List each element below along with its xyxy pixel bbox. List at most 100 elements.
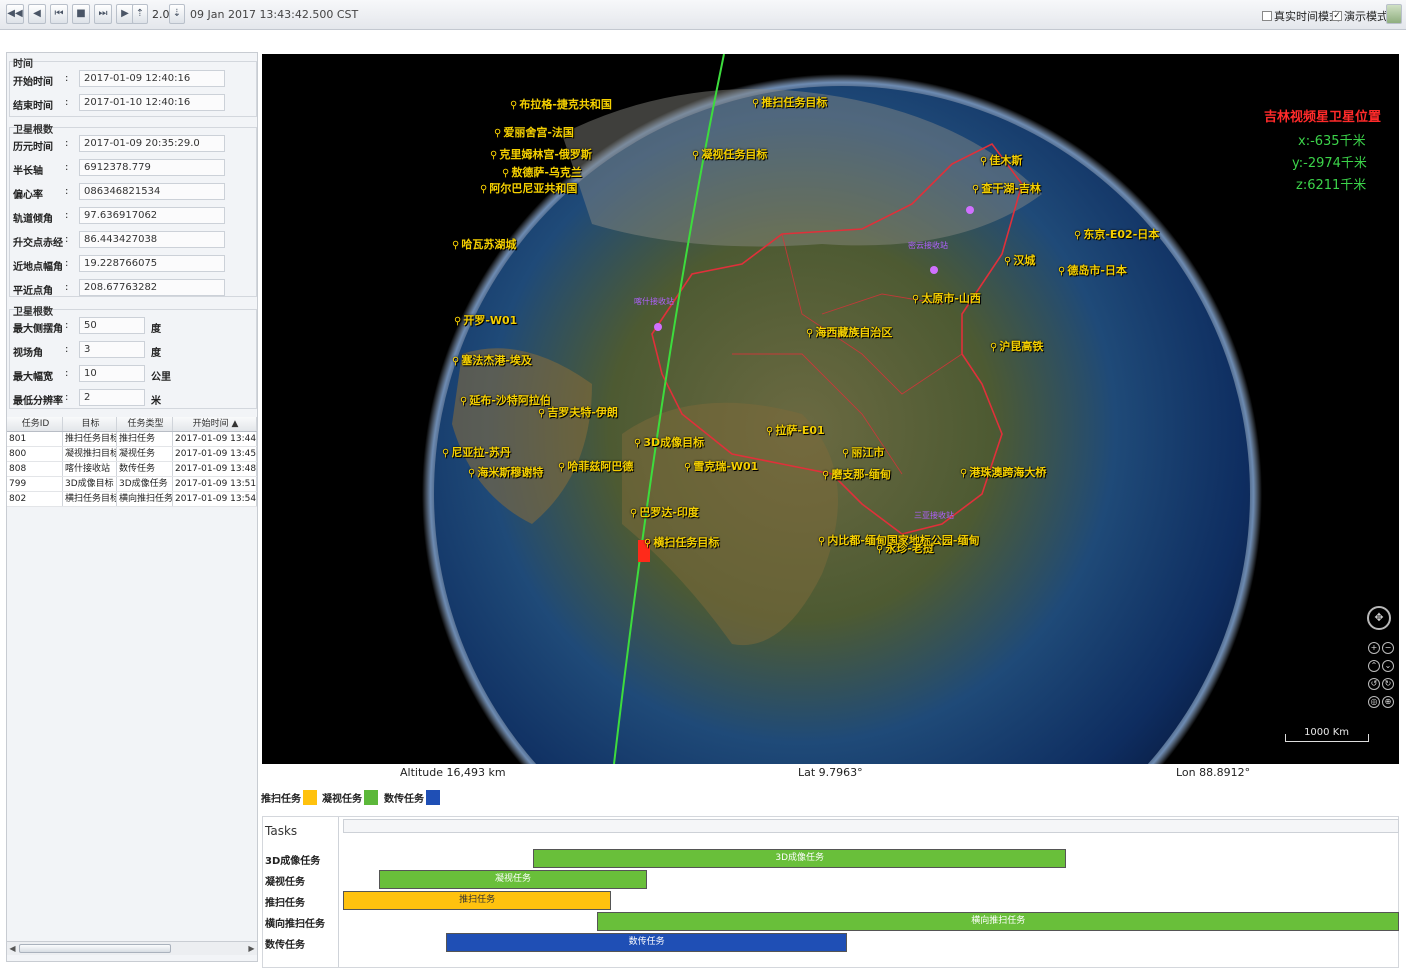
col-task-id[interactable]: 任务ID — [7, 417, 63, 431]
place-label[interactable]: 开罗-W01 — [454, 312, 517, 328]
satellite-y: y:-2974千米 — [1292, 156, 1367, 171]
start-time-field[interactable]: 2017-01-09 12:40:16 — [79, 70, 225, 87]
place-label[interactable]: 查干湖-吉林 — [972, 180, 1041, 196]
tilt-up-icon[interactable]: ⌃ — [1368, 660, 1380, 672]
place-label[interactable]: 雪克瑞-W01 — [684, 458, 758, 474]
zoom-in-icon[interactable]: + — [1368, 642, 1380, 654]
place-label[interactable]: 沪昆高铁 — [990, 338, 1043, 354]
place-label[interactable]: 敖德萨-乌克兰 — [502, 164, 582, 180]
orbit-field-value[interactable]: 2017-01-09 20:35:29.0 — [79, 135, 225, 152]
speed-up-icon[interactable]: ⇡ — [132, 4, 148, 24]
scroll-thumb[interactable] — [19, 944, 171, 953]
end-time-field[interactable]: 2017-01-10 12:40:16 — [79, 94, 225, 111]
place-label[interactable]: 3D成像目标 — [634, 434, 704, 450]
orbit-field-label: 平近点角 — [13, 286, 53, 297]
table-cell: 3D成像目标 — [63, 477, 117, 491]
rewind-fast-icon[interactable]: ◀◀ — [6, 4, 24, 24]
rotate-left-icon[interactable]: ↺ — [1368, 678, 1380, 690]
table-cell: 横向推扫任务 — [119, 492, 173, 506]
table-cell: 808 — [7, 462, 63, 476]
compass-icon[interactable]: ⊕ — [1382, 696, 1394, 708]
place-label[interactable]: 克里姆林宫-俄罗斯 — [490, 146, 592, 162]
place-label[interactable]: 磨支那-缅甸 — [822, 466, 891, 482]
place-label[interactable]: 永珍-老挝 — [876, 540, 934, 556]
place-label[interactable]: 巴罗达-印度 — [630, 504, 699, 520]
skip-end-icon[interactable]: ⏭ — [94, 4, 112, 24]
place-label[interactable]: 凝视任务目标 — [692, 146, 767, 162]
place-label[interactable]: 德岛市-日本 — [1058, 262, 1127, 278]
place-label[interactable]: 塞法杰港-埃及 — [452, 352, 532, 368]
scroll-left-icon[interactable]: ◀ — [7, 943, 18, 954]
orbit-field-value[interactable]: 86.443427038 — [79, 231, 225, 248]
gantt-task-bar[interactable]: 推扫任务 — [343, 891, 612, 910]
stop-icon[interactable]: ■ — [72, 4, 90, 24]
miyun-station-marker[interactable] — [930, 266, 938, 274]
table-cell: 800 — [7, 447, 63, 461]
scroll-right-icon[interactable]: ▶ — [246, 943, 257, 954]
place-label[interactable]: 爱丽舍宫-法国 — [494, 124, 574, 140]
gantt-row-label: 3D成像任务 — [265, 856, 321, 867]
payload-field-label: 视场角 — [13, 348, 43, 359]
table-row[interactable]: 800 凝视推扫目标 凝视任务 2017-01-09 13:45 — [7, 447, 257, 462]
screenshot-icon[interactable] — [1386, 4, 1402, 24]
gantt-task-bar[interactable]: 3D成像任务 — [533, 849, 1067, 868]
place-label[interactable]: 横扫任务目标 — [644, 534, 719, 550]
payload-field-label: 最大侧摆角 — [13, 324, 63, 335]
demo-mode-toggle[interactable]: ✓ 演示模式 — [1332, 8, 1388, 24]
place-label[interactable]: 阿尔巴尼亚共和国 — [480, 180, 577, 196]
payload-field-value[interactable]: 3 — [79, 341, 145, 358]
place-label[interactable]: 布拉格-捷克共和国 — [510, 96, 612, 112]
place-label[interactable]: 拉萨-E01 — [766, 422, 824, 438]
place-label[interactable]: 哈菲兹阿巴德 — [558, 458, 633, 474]
place-label[interactable]: 推扫任务目标 — [752, 94, 827, 110]
place-label[interactable]: 太原市-山西 — [912, 290, 981, 306]
gantt-task-bar[interactable]: 数传任务 — [446, 933, 847, 952]
table-row[interactable]: 808 喀什接收站 数传任务 2017-01-09 13:48 — [7, 462, 257, 477]
rotate-right-icon[interactable]: ↻ — [1382, 678, 1394, 690]
col-start-time[interactable]: 开始时间 ▲ — [173, 417, 257, 431]
gantt-task-bar[interactable]: 横向推扫任务 — [597, 912, 1399, 931]
step-back-icon[interactable]: ◀ — [28, 4, 46, 24]
horizontal-scrollbar[interactable]: ◀ ▶ — [7, 941, 257, 955]
demo-checkbox[interactable]: ✓ — [1332, 11, 1342, 21]
payload-field-value[interactable]: 10 — [79, 365, 145, 382]
orbit-field-value[interactable]: 6912378.779 — [79, 159, 225, 176]
payload-field-value[interactable]: 50 — [79, 317, 145, 334]
globe-3d-view[interactable]: 布拉格-捷克共和国 推扫任务目标 爱丽舍宫-法国 凝视任务目标 克里姆林宫-俄罗… — [262, 54, 1399, 764]
orbit-field-value[interactable]: 19.228766075 — [79, 255, 225, 272]
col-start-time-label: 开始时间 — [192, 419, 229, 429]
payload-field-value[interactable]: 2 — [79, 389, 145, 406]
orbit-field-value[interactable]: 208.67763282 — [79, 279, 225, 296]
skip-start-icon[interactable]: ⏮ — [50, 4, 68, 24]
place-label[interactable]: 佳木斯 — [980, 152, 1022, 168]
place-label[interactable]: 丽江市 — [842, 444, 884, 460]
place-label[interactable]: 海米斯穆谢特 — [468, 464, 543, 480]
place-label[interactable]: 东京-E02-日本 — [1074, 226, 1159, 242]
table-row[interactable]: 802 横扫任务目标 横向推扫任务 2017-01-09 13:54 — [7, 492, 257, 507]
satellite-parameters-panel: 时间 开始时间 : 2017-01-09 12:40:16 结束时间 : 201… — [6, 52, 258, 962]
orbit-field-value[interactable]: 97.636917062 — [79, 207, 225, 224]
place-label[interactable]: 海西藏族自治区 — [806, 324, 892, 340]
kashgar-station-marker[interactable] — [654, 323, 662, 331]
pan-control-icon[interactable]: ✥ — [1367, 606, 1391, 630]
table-row[interactable]: 799 3D成像目标 3D成像任务 2017-01-09 13:51 — [7, 477, 257, 492]
gantt-task-bar[interactable]: 凝视任务 — [378, 870, 648, 889]
speed-down-icon[interactable]: ⇣ — [169, 4, 185, 24]
table-row[interactable]: 801 推扫任务目标 推扫任务 2017-01-09 13:44 — [7, 432, 257, 447]
col-task-type[interactable]: 任务类型 — [117, 417, 173, 431]
place-label[interactable]: 哈瓦苏湖城 — [452, 236, 516, 252]
tilt-down-icon[interactable]: ⌄ — [1382, 660, 1394, 672]
place-label[interactable]: 吉罗夫特-伊朗 — [538, 404, 618, 420]
zoom-out-icon[interactable]: − — [1382, 642, 1394, 654]
realtime-checkbox[interactable] — [1262, 11, 1272, 21]
orbit-field-value[interactable]: 086346821534 — [79, 183, 225, 200]
northeast-station-marker[interactable] — [966, 206, 974, 214]
reset-view-icon[interactable]: ◎ — [1368, 696, 1380, 708]
col-target[interactable]: 目标 — [63, 417, 117, 431]
station-label: 密云接收站 — [908, 241, 948, 250]
place-label[interactable]: 汉城 — [1004, 252, 1035, 268]
realtime-mode-toggle[interactable]: 真实时间模式 — [1262, 8, 1340, 24]
place-label[interactable]: 尼亚拉-苏丹 — [442, 444, 511, 460]
table-cell: 凝视推扫目标 — [65, 447, 117, 461]
place-label[interactable]: 港珠澳跨海大桥 — [960, 464, 1046, 480]
